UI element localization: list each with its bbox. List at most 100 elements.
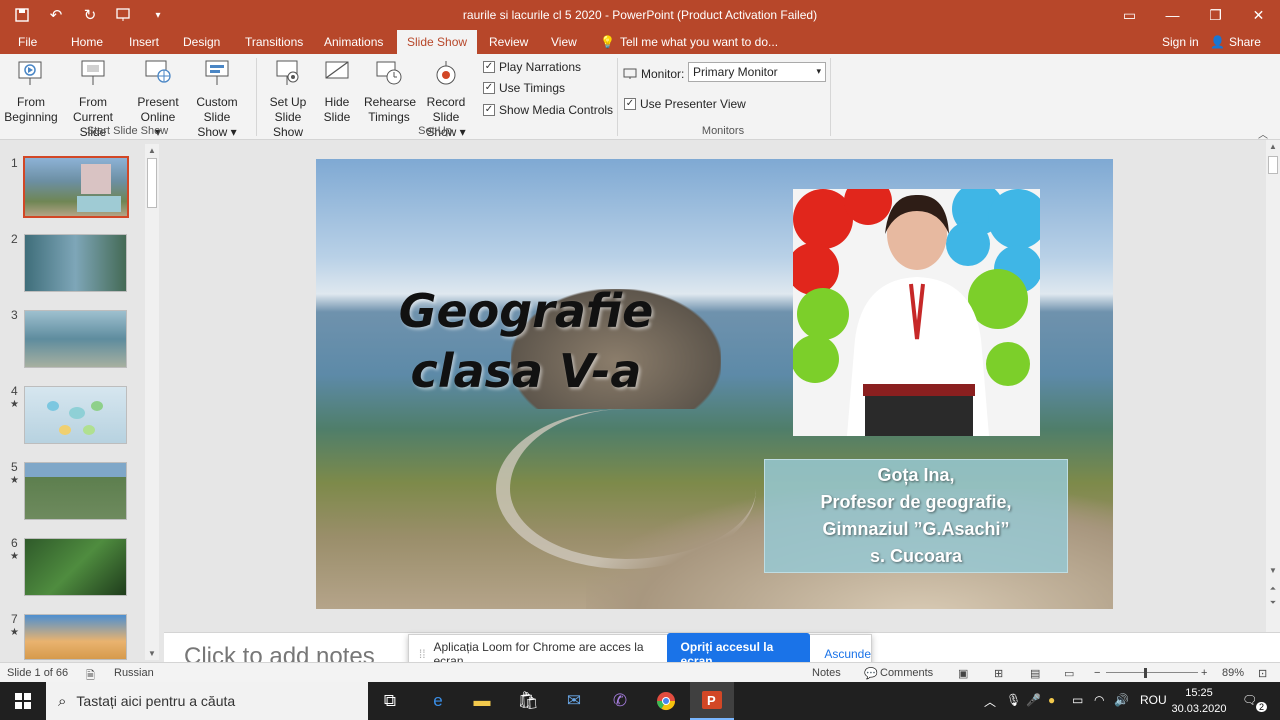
slide-thumbnail-6[interactable] xyxy=(24,538,127,596)
slide-thumbnail-1[interactable] xyxy=(23,156,129,218)
slide-thumbnail-7[interactable] xyxy=(24,614,127,660)
maximize-button[interactable]: ❐ xyxy=(1194,0,1237,30)
thumbnail-shape xyxy=(91,401,103,411)
sign-in-link[interactable]: Sign in xyxy=(1162,30,1199,54)
thumbnail-number: 4 xyxy=(11,384,18,398)
reading-view-icon[interactable]: ▤ xyxy=(1030,667,1040,680)
previous-slide-icon[interactable]: ⏶ xyxy=(1266,584,1280,594)
checkbox-checked-icon: ✓ xyxy=(483,82,495,94)
from-beginning-button[interactable]: From Beginning xyxy=(4,58,58,125)
battery-icon[interactable]: ▭ xyxy=(1072,693,1083,707)
scroll-up-icon[interactable]: ▲ xyxy=(148,146,156,155)
scroll-down-icon[interactable]: ▼ xyxy=(148,649,156,658)
slide-thumbnail-5[interactable] xyxy=(24,462,127,520)
tab-animations[interactable]: Animations xyxy=(314,30,393,54)
tab-slide-show[interactable]: Slide Show xyxy=(397,30,478,54)
slide-title[interactable]: Geografie clasa V-a xyxy=(376,281,676,401)
person-icon: 👤 xyxy=(1210,35,1225,49)
slide-thumbnail-3[interactable] xyxy=(24,310,127,368)
tab-design[interactable]: Design xyxy=(173,30,230,54)
scroll-up-icon[interactable]: ▲ xyxy=(1266,142,1280,151)
hide-slide-button[interactable]: Hide Slide xyxy=(318,58,356,125)
tell-me-box[interactable]: 💡 Tell me what you want to do... xyxy=(600,30,778,54)
hide-button[interactable]: Ascunde xyxy=(824,647,871,661)
normal-view-icon[interactable]: ▣ xyxy=(958,667,968,680)
play-narrations-checkbox[interactable]: ✓ Play Narrations xyxy=(483,60,581,74)
comments-toggle[interactable]: Comments xyxy=(880,667,933,679)
scrollbar-thumb[interactable] xyxy=(147,158,157,208)
teacher-photo[interactable] xyxy=(793,189,1040,436)
slide-counter: Slide 1 of 66 xyxy=(7,667,69,679)
svg-text:P: P xyxy=(707,693,716,708)
tab-view[interactable]: View xyxy=(541,30,587,54)
chrome-icon[interactable] xyxy=(644,682,688,720)
use-presenter-view-checkbox[interactable]: ✓ Use Presenter View xyxy=(624,97,746,111)
task-view-icon[interactable]: ⧉ xyxy=(368,682,412,720)
collapse-ribbon-icon[interactable]: ︿ xyxy=(1258,126,1268,141)
zoom-level[interactable]: 89% xyxy=(1222,667,1244,679)
start-button[interactable] xyxy=(0,682,46,720)
tab-home[interactable]: Home xyxy=(61,30,113,54)
store-icon[interactable]: 🛍 xyxy=(506,682,550,720)
close-button[interactable]: ✕ xyxy=(1237,0,1280,30)
drag-handle-icon[interactable]: ⁞⁞ xyxy=(415,647,429,661)
file-explorer-icon[interactable]: ▬ xyxy=(460,682,504,720)
slideshow-view-icon[interactable]: ▭ xyxy=(1064,667,1074,680)
monitor-icon xyxy=(623,68,637,79)
thumbnail-number: 3 xyxy=(11,308,18,322)
show-media-controls-checkbox[interactable]: ✓ Show Media Controls xyxy=(483,103,613,117)
slide-sorter-icon[interactable]: ⊞ xyxy=(994,667,1003,680)
edge-browser-icon[interactable]: e xyxy=(416,682,460,720)
monitor-select[interactable]: Primary Monitor ▾ xyxy=(688,62,826,82)
chevron-down-icon: ▾ xyxy=(816,66,821,76)
stopwatch-icon xyxy=(376,61,402,85)
author-caption-box[interactable]: Goța Ina, Profesor de geografie, Gimnazi… xyxy=(764,459,1068,573)
next-slide-icon[interactable]: ⏷ xyxy=(1266,598,1280,608)
language-indicator[interactable]: Russian xyxy=(114,667,154,679)
ribbon-tabs: File Home Insert Design Transitions Anim… xyxy=(0,30,1280,54)
taskbar-clock[interactable]: 15:25 30.03.2020 xyxy=(1168,685,1230,717)
tab-file[interactable]: File xyxy=(8,30,47,54)
comments-icon[interactable]: 💬 xyxy=(864,667,878,680)
viber-icon[interactable]: ✆ xyxy=(598,682,642,720)
minimize-button[interactable]: — xyxy=(1151,0,1194,30)
powerpoint-taskbar-icon[interactable]: P xyxy=(690,682,734,720)
ribbon-display-options-icon[interactable]: ▭ xyxy=(1108,0,1151,30)
checkbox-checked-icon: ✓ xyxy=(624,98,636,110)
set-up-slide-show-button[interactable]: Set Up Slide Show xyxy=(260,58,316,140)
current-slide[interactable]: Geografie clasa V-a Goța Ina, Profesor d… xyxy=(316,159,1113,609)
scroll-down-icon[interactable]: ▼ xyxy=(1266,566,1280,575)
thumbnail-number: 1 xyxy=(11,156,18,170)
checkbox-checked-icon: ✓ xyxy=(483,104,495,116)
share-button[interactable]: 👤 Share xyxy=(1210,30,1261,54)
mail-icon[interactable]: ✉ xyxy=(552,682,596,720)
thumbnail-scrollbar[interactable]: ▲ ▼ xyxy=(145,144,159,660)
scrollbar-thumb[interactable] xyxy=(1268,156,1278,174)
tab-transitions[interactable]: Transitions xyxy=(235,30,313,54)
use-timings-checkbox[interactable]: ✓ Use Timings xyxy=(483,81,565,95)
title-bar: ↶ ↻ ▾ raurile si lacurile cl 5 2020 - Po… xyxy=(0,0,1280,30)
fit-to-window-icon[interactable]: ⊡ xyxy=(1258,667,1267,680)
microphone-icon[interactable]: 🎙 xyxy=(1006,693,1021,707)
tab-insert[interactable]: Insert xyxy=(119,30,169,54)
zoom-in-icon[interactable]: + xyxy=(1201,667,1207,679)
zoom-slider[interactable] xyxy=(1106,672,1198,673)
mic-active-icon[interactable]: 🎤 xyxy=(1026,693,1041,707)
tab-review[interactable]: Review xyxy=(479,30,538,54)
input-language[interactable]: ROU xyxy=(1140,693,1167,707)
zoom-slider-thumb[interactable] xyxy=(1144,668,1147,678)
wifi-icon[interactable]: ◠ xyxy=(1094,693,1104,707)
hide-slide-icon xyxy=(325,61,349,79)
zoom-out-icon[interactable]: − xyxy=(1094,667,1100,679)
tray-app-icon[interactable]: ● xyxy=(1048,693,1055,707)
monitor-label: Monitor: xyxy=(623,67,684,81)
taskbar-search-box[interactable]: ⌕ Tastați aici pentru a căuta xyxy=(46,682,368,720)
notification-center-icon[interactable]: 🗨 xyxy=(1242,693,1257,707)
notes-toggle[interactable]: Notes xyxy=(812,667,841,679)
slide-thumbnail-2[interactable] xyxy=(24,234,127,292)
editor-vertical-scrollbar[interactable]: ▲ ▼ ⏶ ⏷ xyxy=(1266,140,1280,632)
rehearse-timings-button[interactable]: Rehearse Timings xyxy=(364,58,416,125)
slide-thumbnail-4[interactable] xyxy=(24,386,127,444)
volume-icon[interactable]: 🔊 xyxy=(1114,693,1129,707)
show-hidden-icons[interactable]: ︿ xyxy=(984,693,996,710)
